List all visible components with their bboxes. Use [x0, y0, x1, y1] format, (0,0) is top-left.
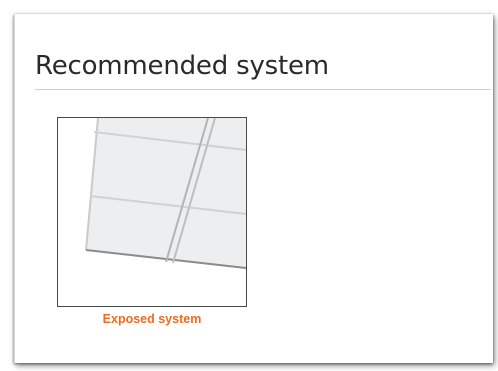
recommended-system-panel: Recommended system Exposed system — [14, 14, 493, 363]
exposed-ceiling-grid-icon — [85, 118, 246, 269]
title-divider — [35, 89, 491, 90]
exposed-system-label[interactable]: Exposed system — [57, 312, 247, 326]
section-title: Recommended system — [35, 51, 329, 81]
exposed-system-option[interactable] — [57, 117, 247, 307]
